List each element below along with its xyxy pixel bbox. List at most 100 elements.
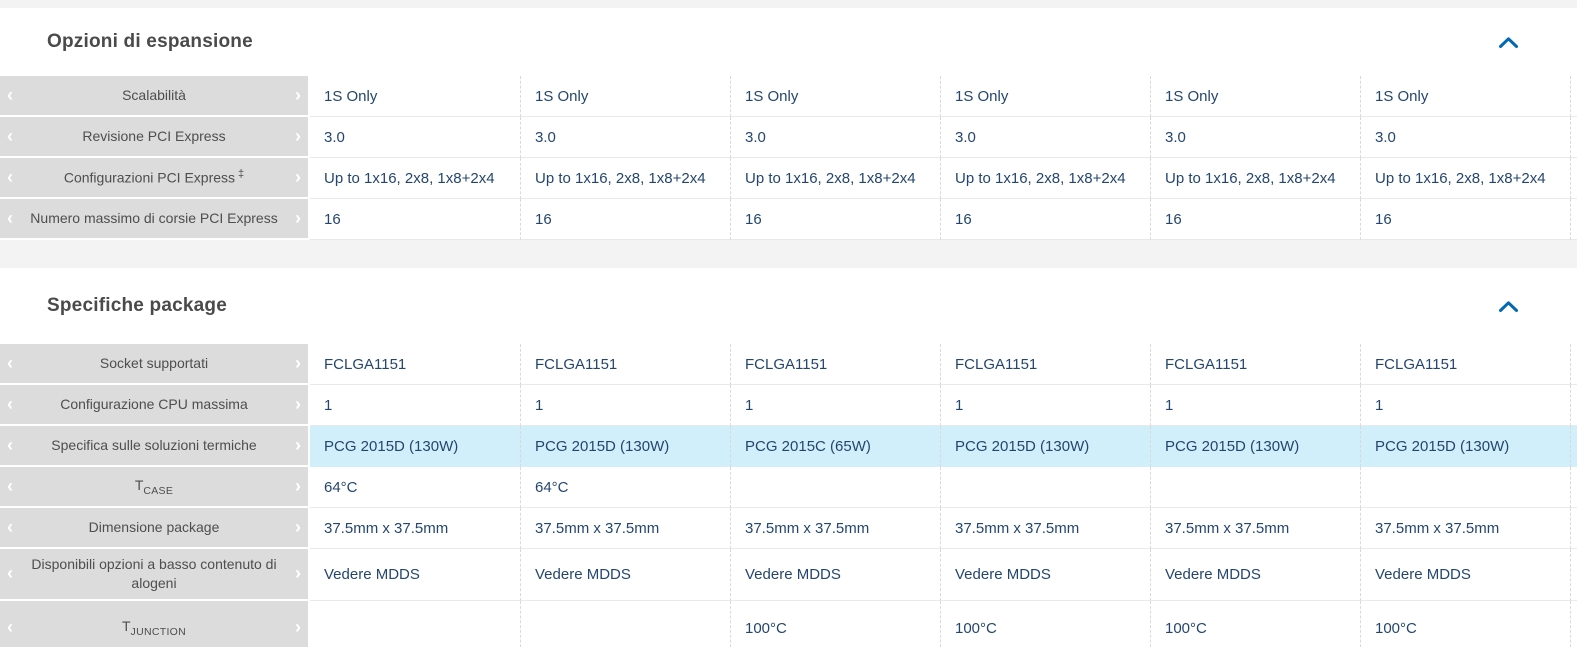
spec-value-cell: 37.5mm x 37.5mm — [1150, 508, 1360, 549]
spec-value-cell-clipped — [1570, 601, 1577, 647]
scroll-right-icon[interactable]: › — [295, 477, 301, 495]
spec-row-supported-sockets: ‹ Socket supportati › FCLGA1151 FCLGA115… — [0, 344, 1577, 385]
scroll-left-icon[interactable]: ‹ — [7, 168, 13, 186]
scroll-right-icon[interactable]: › — [295, 564, 301, 582]
row-label: ‹ Dimensione package › — [0, 508, 308, 549]
row-label-text: Specifica sulle soluzioni termiche — [51, 436, 256, 455]
spec-value-cell: Vedere MDDS — [1360, 549, 1570, 601]
spec-value-cell: 3.0 — [940, 117, 1150, 158]
row-label-text: Configurazione CPU massima — [60, 395, 248, 414]
spec-value-cell: Vedere MDDS — [940, 549, 1150, 601]
row-label-text: TCASE — [135, 476, 173, 498]
compare-specs-page: Opzioni di espansione ‹ Scalabilità › 1S… — [0, 0, 1577, 647]
spec-value-cell: Up to 1x16, 2x8, 1x8+2x4 — [310, 158, 520, 199]
spec-value-cell: 3.0 — [310, 117, 520, 158]
spec-value-cell: FCLGA1151 — [940, 344, 1150, 385]
scroll-right-icon[interactable]: › — [295, 86, 301, 104]
spec-value-cell: 37.5mm x 37.5mm — [310, 508, 520, 549]
collapse-section-button[interactable] — [1496, 32, 1521, 53]
row-label: ‹ Revisione PCI Express › — [0, 117, 308, 158]
spec-value-cell: 64°C — [310, 467, 520, 508]
spec-value-cell-clipped — [1570, 549, 1577, 601]
row-label-text: Disponibili opzioni a basso contenuto di… — [22, 555, 286, 593]
section-title: Opzioni di espansione — [47, 31, 253, 53]
scroll-right-icon[interactable]: › — [295, 354, 301, 372]
label-subscript: CASE — [143, 484, 173, 496]
row-label-text: TJUNCTION — [122, 617, 186, 639]
spec-value-cell: PCG 2015D (130W) — [310, 426, 520, 467]
spec-value-cell-clipped — [1570, 344, 1577, 385]
row-label-text: Scalabilità — [122, 86, 186, 105]
scroll-right-icon[interactable]: › — [295, 436, 301, 454]
row-label-text: Socket supportati — [100, 354, 208, 373]
spec-value-cell: 1S Only — [310, 76, 520, 117]
row-cells: 64°C 64°C — [310, 467, 1577, 508]
spec-value-cell: 16 — [1150, 199, 1360, 240]
spec-value-cell: Up to 1x16, 2x8, 1x8+2x4 — [940, 158, 1150, 199]
footnote-marker: ‡ — [238, 168, 244, 180]
scroll-left-icon[interactable]: ‹ — [7, 209, 13, 227]
spec-value-cell: FCLGA1151 — [520, 344, 730, 385]
spec-value-cell: FCLGA1151 — [730, 344, 940, 385]
spec-value-cell: 3.0 — [730, 117, 940, 158]
scroll-left-icon[interactable]: ‹ — [7, 518, 13, 536]
scroll-right-icon[interactable]: › — [295, 618, 301, 636]
row-cells: 100°C 100°C 100°C 100°C — [310, 601, 1577, 647]
spec-value-cell: 100°C — [940, 601, 1150, 647]
row-label: ‹ Specifica sulle soluzioni termiche › — [0, 426, 308, 467]
spec-value-cell-clipped — [1570, 76, 1577, 117]
spec-row-package-size: ‹ Dimensione package › 37.5mm x 37.5mm 3… — [0, 508, 1577, 549]
section-title: Specifiche package — [47, 295, 227, 317]
spec-value-cell: 100°C — [1360, 601, 1570, 647]
scroll-left-icon[interactable]: ‹ — [7, 618, 13, 636]
row-label: ‹ TJUNCTION › — [0, 601, 308, 647]
scroll-left-icon[interactable]: ‹ — [7, 564, 13, 582]
row-cells: 3.0 3.0 3.0 3.0 3.0 3.0 — [310, 117, 1577, 158]
scroll-left-icon[interactable]: ‹ — [7, 395, 13, 413]
row-cells: FCLGA1151 FCLGA1151 FCLGA1151 FCLGA1151 … — [310, 344, 1577, 385]
spec-row-max-cpu-configuration: ‹ Configurazione CPU massima › 1 1 1 1 1… — [0, 385, 1577, 426]
spec-value-cell: Up to 1x16, 2x8, 1x8+2x4 — [520, 158, 730, 199]
spec-value-cell: 16 — [940, 199, 1150, 240]
scroll-left-icon[interactable]: ‹ — [7, 477, 13, 495]
spec-value-cell: Vedere MDDS — [1150, 549, 1360, 601]
spec-value-cell-clipped — [1570, 385, 1577, 426]
spec-value-cell-clipped — [1570, 117, 1577, 158]
scroll-right-icon[interactable]: › — [295, 127, 301, 145]
scroll-right-icon[interactable]: › — [295, 395, 301, 413]
spec-value-cell: 1 — [940, 385, 1150, 426]
section-header: Opzioni di espansione — [0, 8, 1577, 76]
collapse-section-button[interactable] — [1496, 296, 1521, 317]
spec-value-cell: 1 — [730, 385, 940, 426]
spec-value-cell: 1 — [310, 385, 520, 426]
scroll-right-icon[interactable]: › — [295, 168, 301, 186]
spec-value-cell: 16 — [310, 199, 520, 240]
spec-value-cell: 3.0 — [1150, 117, 1360, 158]
section-package-specs: Specifiche package ‹ Socket supportati ›… — [0, 268, 1577, 647]
row-cells: Up to 1x16, 2x8, 1x8+2x4 Up to 1x16, 2x8… — [310, 158, 1577, 199]
spec-value-cell: Vedere MDDS — [730, 549, 940, 601]
spec-row-tjunction: ‹ TJUNCTION › 100°C 100°C 100°C 100°C — [0, 601, 1577, 647]
scroll-right-icon[interactable]: › — [295, 518, 301, 536]
row-cells: 16 16 16 16 16 16 — [310, 199, 1577, 240]
spec-value-cell: 1 — [1150, 385, 1360, 426]
scroll-left-icon[interactable]: ‹ — [7, 127, 13, 145]
spec-row-pcie-revision: ‹ Revisione PCI Express › 3.0 3.0 3.0 3.… — [0, 117, 1577, 158]
scroll-left-icon[interactable]: ‹ — [7, 436, 13, 454]
spec-value-cell: 100°C — [1150, 601, 1360, 647]
scroll-right-icon[interactable]: › — [295, 209, 301, 227]
spec-value-cell: 1S Only — [1150, 76, 1360, 117]
chevron-up-icon — [1498, 37, 1519, 52]
spec-value-cell — [520, 601, 730, 647]
scroll-left-icon[interactable]: ‹ — [7, 86, 13, 104]
spec-value-cell: 37.5mm x 37.5mm — [520, 508, 730, 549]
row-label-text: Revisione PCI Express — [82, 127, 225, 146]
spec-value-cell: Vedere MDDS — [310, 549, 520, 601]
spec-value-cell: 37.5mm x 37.5mm — [1360, 508, 1570, 549]
spec-value-cell-clipped — [1570, 426, 1577, 467]
spec-value-cell — [310, 601, 520, 647]
spec-row-max-pcie-lanes: ‹ Numero massimo di corsie PCI Express ›… — [0, 199, 1577, 240]
row-label: ‹ Scalabilità › — [0, 76, 308, 117]
scroll-left-icon[interactable]: ‹ — [7, 354, 13, 372]
spec-value-cell: 1S Only — [520, 76, 730, 117]
